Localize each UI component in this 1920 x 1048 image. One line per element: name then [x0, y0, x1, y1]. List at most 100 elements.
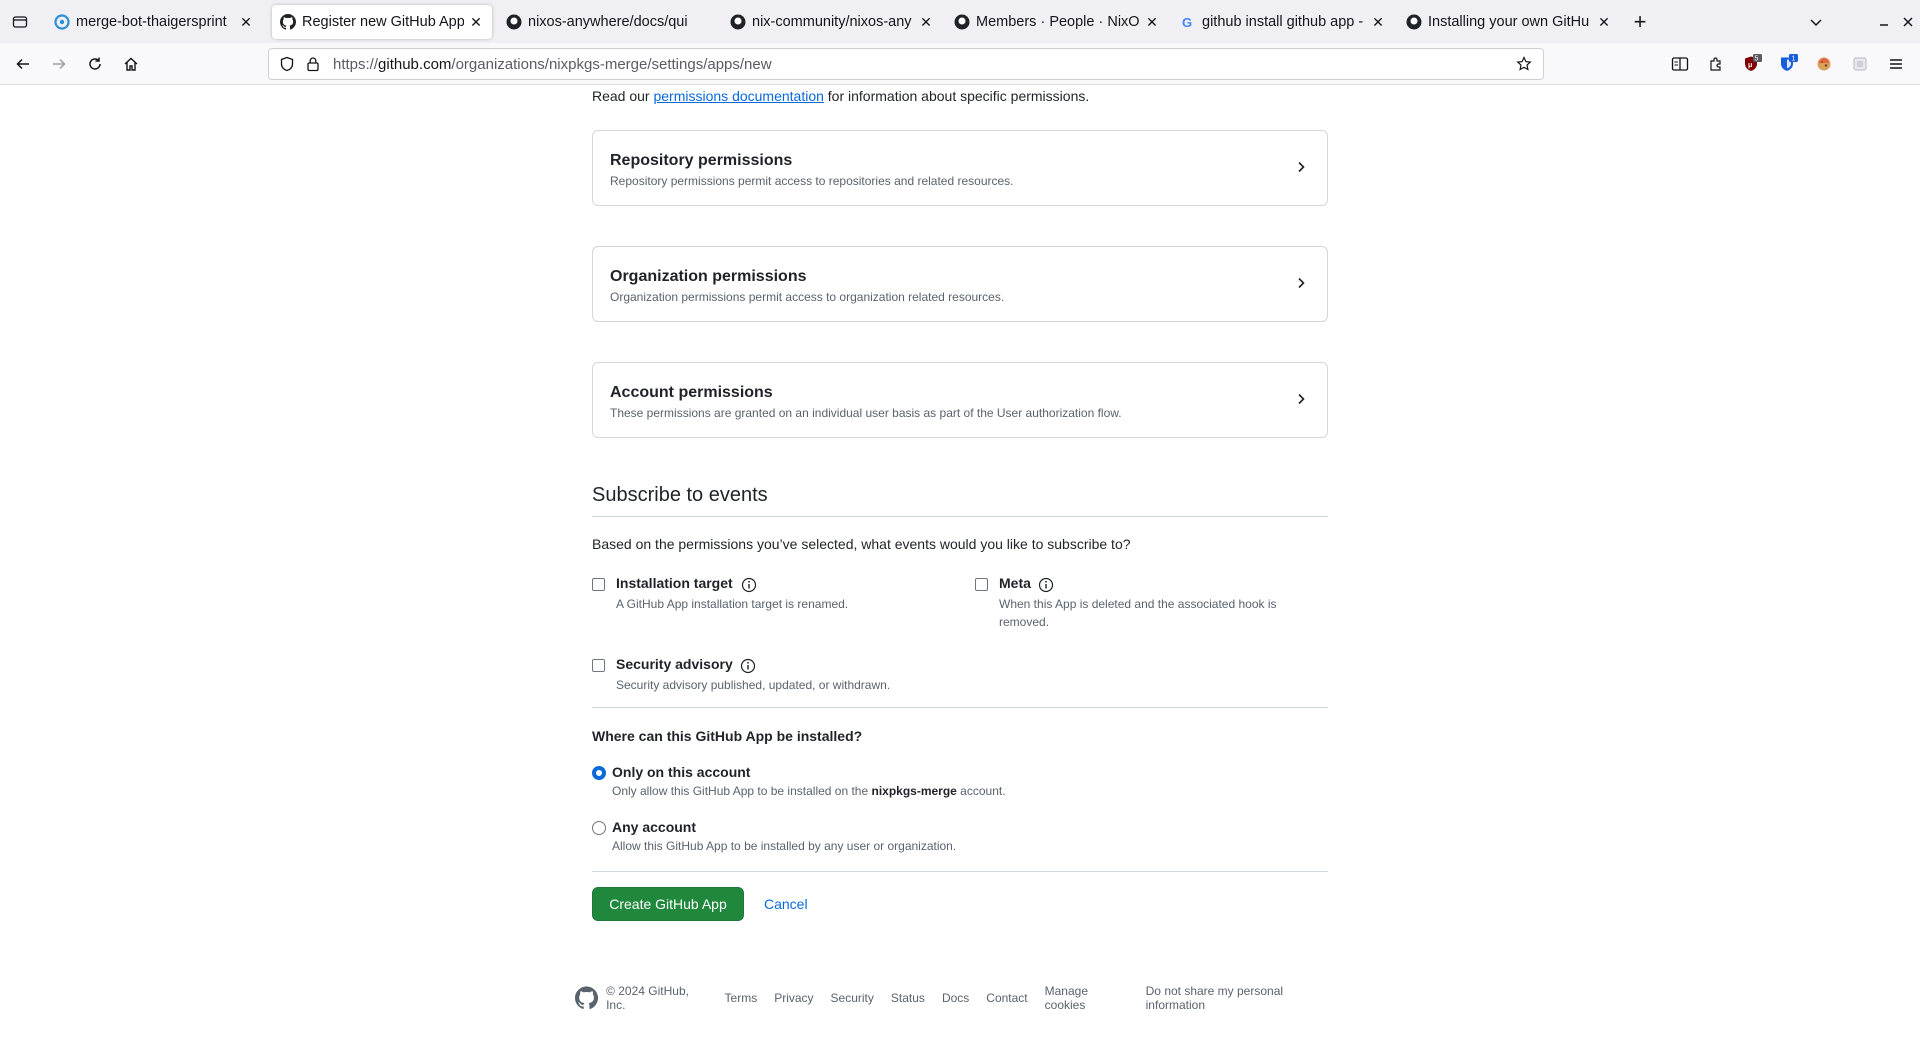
ublock-badge-count: 5: [1755, 56, 1759, 63]
minimize-window-icon[interactable]: [1872, 10, 1896, 34]
radio-label[interactable]: Only on this account: [612, 764, 750, 780]
back-arrow-icon[interactable]: [10, 51, 36, 77]
close-tab-icon[interactable]: ✕: [1596, 14, 1612, 30]
footer-link-privacy[interactable]: Privacy: [774, 991, 813, 1005]
panel-title: Account permissions: [610, 384, 773, 401]
chevron-down-icon[interactable]: [1804, 10, 1828, 34]
github-icon: [954, 14, 970, 30]
info-icon[interactable]: [740, 658, 756, 674]
footer-link-manage-cookies[interactable]: Manage cookies: [1045, 984, 1129, 1012]
subscribe-events-question: Based on the permissions you’ve selected…: [592, 536, 1131, 552]
chevron-right-icon: [1298, 393, 1305, 405]
repository-permissions-panel[interactable]: Repository permissions Repository permis…: [592, 130, 1328, 206]
tab-merge-bot[interactable]: merge-bot-thaigersprint ✕: [46, 5, 262, 39]
footer-link-security[interactable]: Security: [831, 991, 874, 1005]
container-extension-icon[interactable]: [1848, 52, 1872, 76]
buildbot-icon: [54, 14, 70, 30]
panel-title: Repository permissions: [610, 152, 793, 169]
footer-link-terms[interactable]: Terms: [725, 991, 758, 1005]
close-tab-icon[interactable]: ✕: [1144, 14, 1160, 30]
url-prefix: https://: [333, 55, 379, 73]
browser-nav-bar: https://github.com/organizations/nixpkgs…: [0, 43, 1920, 85]
cookie-extension-icon[interactable]: [1812, 52, 1836, 76]
bitwarden-icon[interactable]: 1: [1776, 52, 1800, 76]
close-tab-icon[interactable]: ✕: [1370, 14, 1386, 30]
home-icon[interactable]: [118, 51, 144, 77]
radio-description: Allow this GitHub App to be installed by…: [612, 839, 957, 853]
intro-text: Read our: [592, 88, 654, 104]
google-icon: G: [1180, 14, 1196, 30]
tab-google-search[interactable]: G github install github app - ✕: [1172, 5, 1394, 39]
tab-title: merge-bot-thaigersprint: [76, 14, 227, 30]
reader-view-icon[interactable]: [1668, 52, 1692, 76]
any-account-radio[interactable]: [592, 821, 606, 835]
url-path: /organizations/nixpkgs-merge/settings/ap…: [451, 55, 772, 73]
forward-arrow-icon[interactable]: [46, 51, 72, 77]
event-label: Installation target: [616, 575, 733, 591]
install-location-question: Where can this GitHub App be installed?: [592, 728, 863, 744]
tab-title: Installing your own GitHu: [1428, 14, 1590, 30]
tab-overview-icon[interactable]: [8, 10, 32, 34]
footer-copyright: © 2024 GitHub, Inc.: [606, 984, 689, 1012]
svg-text:G: G: [1182, 15, 1192, 30]
tab-title: Register new GitHub App: [302, 14, 464, 30]
meta-checkbox[interactable]: [975, 578, 988, 591]
url-host: github.com: [378, 55, 452, 73]
shield-icon[interactable]: [277, 56, 297, 72]
close-tab-icon[interactable]: ✕: [468, 14, 484, 30]
installation-target-checkbox[interactable]: [592, 578, 605, 591]
extensions-puzzle-icon[interactable]: [1704, 52, 1728, 76]
url-text[interactable]: https://github.com/organizations/nixpkgs…: [333, 56, 1513, 73]
new-tab-button[interactable]: +: [1628, 9, 1652, 34]
info-icon[interactable]: [1038, 577, 1054, 593]
tab-title: Members · People · NixOS: [976, 14, 1140, 30]
tab-title: nix-community/nixos-any: [752, 14, 912, 30]
ublock-origin-icon[interactable]: μ5: [1740, 52, 1764, 76]
github-icon: [506, 14, 522, 30]
panel-description: Organization permissions permit access t…: [610, 290, 1005, 304]
cancel-link[interactable]: Cancel: [764, 896, 808, 912]
github-logo-icon[interactable]: [575, 986, 599, 1010]
chevron-right-icon: [1298, 161, 1305, 173]
github-icon: [730, 14, 746, 30]
hamburger-menu-icon[interactable]: [1884, 52, 1908, 76]
lock-icon[interactable]: [303, 56, 323, 72]
close-tab-icon[interactable]: ✕: [918, 14, 934, 30]
footer-link-docs[interactable]: Docs: [942, 991, 969, 1005]
close-tab-icon[interactable]: ✕: [238, 14, 254, 30]
divider: [592, 871, 1328, 872]
event-label: Security advisory: [616, 656, 733, 672]
only-this-account-radio[interactable]: [592, 766, 606, 780]
bookmark-star-icon[interactable]: [1513, 56, 1535, 72]
svg-text:μ: μ: [1748, 62, 1752, 69]
page-footer: © 2024 GitHub, Inc. Terms Privacy Securi…: [575, 984, 1355, 1012]
security-advisory-checkbox[interactable]: [592, 659, 605, 672]
event-label: Meta: [999, 575, 1031, 591]
subscribe-events-heading: Subscribe to events: [592, 484, 768, 506]
create-github-app-button[interactable]: Create GitHub App: [592, 887, 744, 921]
divider: [592, 707, 1328, 708]
tab-nix-community[interactable]: nix-community/nixos-any ✕: [722, 5, 942, 39]
footer-link-contact[interactable]: Contact: [986, 991, 1027, 1005]
tab-title: github install github app -: [1202, 14, 1364, 30]
footer-link-do-not-share[interactable]: Do not share my personal information: [1146, 984, 1338, 1012]
account-permissions-panel[interactable]: Account permissions These permissions ar…: [592, 362, 1328, 438]
tab-nixos-anywhere-docs[interactable]: nixos-anywhere/docs/qui: [498, 5, 718, 39]
close-window-icon[interactable]: [1896, 10, 1920, 34]
permissions-documentation-link[interactable]: permissions documentation: [653, 88, 823, 104]
account-name: nixpkgs-merge: [871, 784, 957, 798]
tab-title: nixos-anywhere/docs/qui: [528, 14, 688, 30]
panel-description: Repository permissions permit access to …: [610, 174, 1014, 188]
tab-members-people[interactable]: Members · People · NixOS ✕: [946, 5, 1168, 39]
github-icon: [280, 14, 296, 30]
browser-tab-bar: merge-bot-thaigersprint ✕ Register new G…: [0, 0, 1920, 43]
tab-register-github-app[interactable]: Register new GitHub App ✕: [272, 5, 492, 39]
github-icon: [1406, 14, 1422, 30]
info-icon[interactable]: [741, 577, 757, 593]
url-bar[interactable]: https://github.com/organizations/nixpkgs…: [268, 48, 1544, 80]
organization-permissions-panel[interactable]: Organization permissions Organization pe…: [592, 246, 1328, 322]
reload-icon[interactable]: [82, 51, 108, 77]
radio-label[interactable]: Any account: [612, 819, 696, 835]
tab-installing-github-app[interactable]: Installing your own GitHu ✕: [1398, 5, 1620, 39]
footer-link-status[interactable]: Status: [891, 991, 925, 1005]
